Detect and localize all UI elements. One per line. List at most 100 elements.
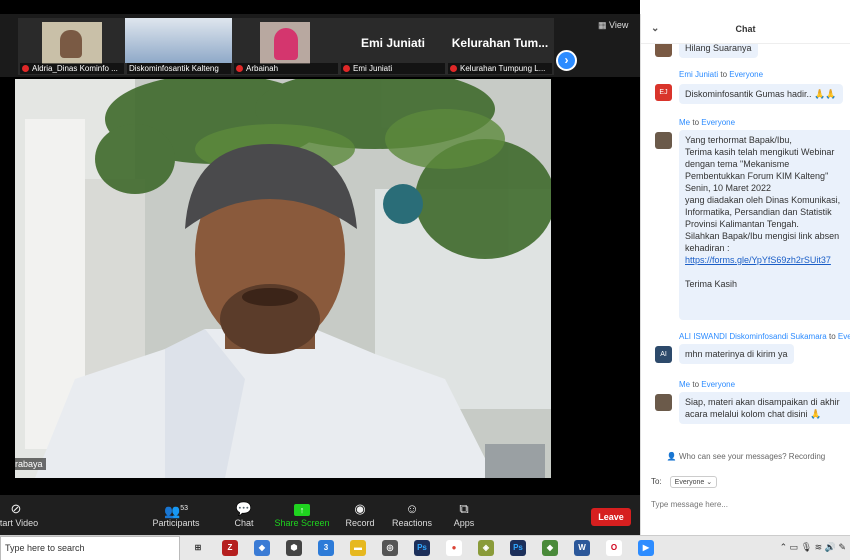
participant-tile[interactable]: Arbainah (232, 18, 340, 75)
opera-icon[interactable]: O (606, 540, 622, 556)
chat-message: Siap, materi akan disampaikan di akhir a… (679, 392, 850, 424)
to-label: To: (651, 477, 662, 486)
recipient-value: Everyone (674, 479, 705, 486)
chrome-icon[interactable]: ● (446, 540, 462, 556)
speaker-name-label: rabaya (15, 458, 46, 470)
participant-tile[interactable]: Kelurahan Tum... Kelurahan Tumpung L... (446, 18, 554, 75)
who-can-see-link[interactable]: 👤 Who can see your messages? Recording (641, 452, 850, 461)
chat-button[interactable]: 💬 Chat (214, 501, 274, 528)
view-button[interactable]: ▦ View (598, 20, 628, 31)
word-icon[interactable]: W (574, 540, 590, 556)
app-icon[interactable]: ◆ (542, 540, 558, 556)
battery-icon: ▭ (789, 542, 799, 552)
photoshop-icon[interactable]: Ps (414, 540, 430, 556)
avatar: EJ (655, 84, 672, 101)
pray-emoji-icon: 🙏 (810, 409, 822, 419)
people-icon: 👤 (666, 452, 677, 461)
reactions-label: Reactions (391, 518, 433, 528)
participant-name: Diskominfosantik Kalteng (129, 64, 219, 73)
participant-tile[interactable]: Aldria_Dinas Kominfo ... (18, 18, 126, 75)
chat-message-input[interactable] (651, 496, 841, 512)
task-view-icon[interactable]: ⊞ (190, 540, 206, 556)
speaker-photo (15, 79, 551, 478)
participants-count: 53 (180, 505, 188, 512)
app-icon[interactable]: ◎ (382, 540, 398, 556)
participant-name: Arbainah (246, 64, 279, 73)
video-off-icon: ⊘ (10, 501, 22, 516)
absen-link[interactable]: https://forms.gle/YpYfS69zh2rSUit37 (685, 255, 831, 265)
file-explorer-icon[interactable]: ▬ (350, 540, 366, 556)
zoom-icon[interactable]: ▶ (638, 540, 654, 556)
record-icon: ◉ (354, 501, 366, 516)
participant-name: Kelurahan Tumpung L... (460, 64, 546, 73)
grid-icon: ▦ (598, 20, 607, 30)
chat-header: ⌄ Chat (641, 14, 850, 44)
chevron-up-icon: ⌃ (779, 542, 788, 552)
pray-emoji-icon: 🙏🙏 (814, 89, 837, 99)
leave-button[interactable]: Leave (591, 508, 631, 526)
windows-taskbar: Type here to search ⊞ Z ◆ ⬢ 3 ▬ ◎ Ps ● ◈… (0, 535, 850, 560)
apps-icon: ⧉ (459, 501, 469, 516)
photoshop-icon[interactable]: Ps (510, 540, 526, 556)
message-sender: ALI ISWANDI Diskominfosandi Sukamara to … (679, 332, 850, 341)
participants-icon: 👥53 (164, 503, 188, 519)
participant-big-name: Kelurahan Tum... (451, 36, 549, 50)
participants-label: Participants (152, 518, 200, 528)
filezilla-icon[interactable]: Z (222, 540, 238, 556)
share-screen-button[interactable]: ↑ Share Screen (272, 501, 332, 528)
recipient-select[interactable]: Everyone ⌄ (669, 476, 718, 488)
participant-tile[interactable]: Diskominfosantik Kalteng (125, 18, 233, 75)
participant-name: Emi Juniati (353, 64, 393, 73)
chevron-down-icon: ⌄ (706, 479, 713, 486)
share-screen-icon: ↑ (272, 501, 332, 516)
avatar (655, 394, 672, 411)
pen-icon: ✎ (838, 542, 846, 552)
avatar (655, 132, 672, 149)
meeting-controls: ⊘ Start Video 👥53Participants 💬 Chat ↑ Shar… (0, 495, 640, 535)
participants-button[interactable]: 👥53 Participants (146, 501, 206, 528)
chat-message: Diskominfosantik Gumas hadir.. 🙏🙏 (679, 84, 843, 104)
chat-message: Hilang Suaranya (679, 44, 758, 58)
volume-icon: 🔊 (824, 542, 836, 552)
who-can-see-text: Who can see your messages? Recording (678, 452, 826, 461)
message-sender: Emi Juniati to Everyone (679, 70, 764, 79)
wifi-icon: ≋ (814, 542, 823, 552)
chevron-down-icon[interactable]: ⌄ (651, 14, 659, 44)
active-speaker-video: rabaya (15, 79, 551, 478)
record-button[interactable]: ◉ Record (330, 501, 390, 528)
chevron-right-icon: › (564, 53, 569, 67)
app-icon[interactable]: ◈ (478, 540, 494, 556)
start-video-label: Start Video (0, 518, 39, 528)
chat-message: Yang terhormat Bapak/Ibu, Terima kasih t… (679, 130, 850, 320)
participant-tile[interactable]: Emi Juniati Emi Juniati (339, 18, 447, 75)
mic-icon: 🎙 (800, 542, 813, 552)
zoom-window: Aldria_Dinas Kominfo ... Diskominfosanti… (0, 0, 640, 535)
chat-label: Chat (234, 518, 254, 528)
chat-title: Chat (735, 24, 756, 34)
gallery-strip: Aldria_Dinas Kominfo ... Diskominfosanti… (0, 14, 640, 77)
chat-messages: Hilang Suaranya Emi Juniati to Everyone … (641, 44, 850, 439)
avatar (655, 44, 672, 57)
message-sender: Me to Everyone (679, 380, 736, 389)
taskbar-search[interactable]: Type here to search (0, 536, 180, 560)
app-icon[interactable]: ⬢ (286, 540, 302, 556)
apps-label: Apps (453, 518, 475, 528)
reactions-icon: ☺ (405, 501, 419, 516)
reactions-button[interactable]: ☺ Reactions (382, 501, 442, 528)
start-video-button[interactable]: ⊘ Start Video (0, 501, 46, 528)
next-page-button[interactable]: › (556, 50, 577, 71)
avatar: AI (655, 346, 672, 363)
participant-name: Aldria_Dinas Kominfo ... (32, 64, 118, 73)
chat-message: mhn materinya di kirim ya (679, 344, 794, 364)
participant-big-name: Emi Juniati (360, 36, 425, 50)
app-icon[interactable]: ◆ (254, 540, 270, 556)
message-sender: Me to Everyone (679, 118, 736, 127)
chat-panel: ⌄ Chat Hilang Suaranya Emi Juniati to Ev… (640, 14, 850, 535)
chat-icon: 💬 (235, 501, 253, 516)
app-icon[interactable]: 3 (318, 540, 334, 556)
apps-button[interactable]: ⧉ Apps (434, 501, 494, 528)
record-label: Record (345, 518, 375, 528)
share-screen-label: Share Screen (274, 518, 330, 528)
recipient-row: To: Everyone ⌄ (651, 476, 718, 488)
system-tray[interactable]: ⌃ ▭ 🎙 ≋ 🔊 ✎ (780, 542, 846, 553)
